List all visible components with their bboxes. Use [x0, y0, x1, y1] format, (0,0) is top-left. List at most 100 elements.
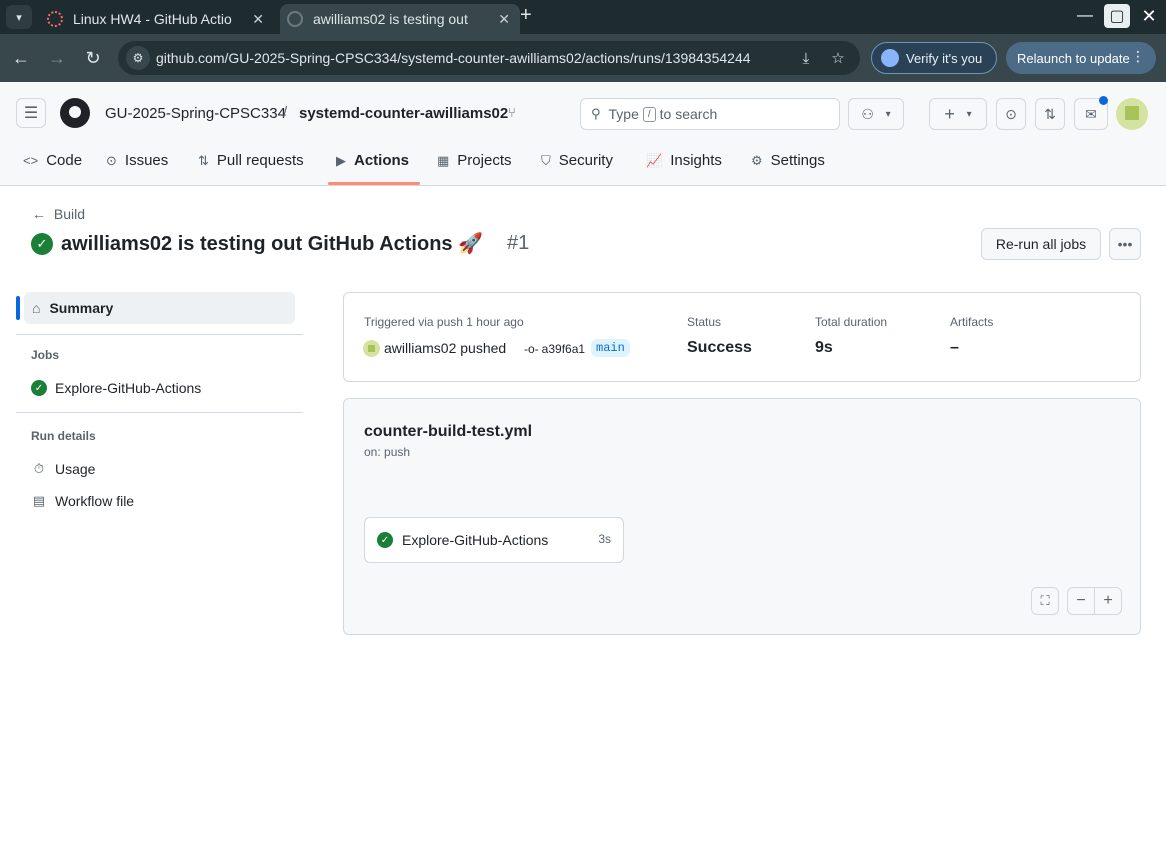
- commit-link[interactable]: -o-a39f6a1: [524, 342, 585, 356]
- sidebar-heading-jobs: Jobs: [31, 348, 60, 362]
- fullscreen-button[interactable]: ⛶: [1031, 587, 1059, 615]
- github-favicon-icon: [287, 11, 303, 27]
- tab-pull-requests[interactable]: ⇅ Pull requests: [198, 152, 304, 186]
- sidebar-divider: [16, 334, 303, 335]
- tab-code[interactable]: <> Code: [23, 152, 82, 186]
- commit-icon: -o-: [524, 342, 539, 356]
- url-text[interactable]: github.com/GU-2025-Spring-CPSC334/system…: [156, 50, 751, 66]
- sidebar-item-usage[interactable]: ⏱ Usage: [31, 457, 96, 481]
- browser-tab-linux-hw4[interactable]: Linux HW4 - GitHub Actio ✕: [38, 4, 274, 34]
- code-icon: <>: [23, 153, 39, 168]
- forward-button[interactable]: →: [45, 46, 69, 70]
- site-info-icon[interactable]: ⚙: [126, 46, 150, 70]
- maximize-window-button[interactable]: ▢: [1104, 4, 1130, 28]
- notification-indicator: [1099, 96, 1108, 105]
- home-icon: ⌂: [32, 300, 41, 316]
- tab-settings[interactable]: ⚙ Settings: [751, 152, 825, 186]
- copilot-button[interactable]: ⚇ ▾: [848, 98, 904, 130]
- reload-button[interactable]: ↻: [81, 46, 105, 70]
- create-new-button[interactable]: + ▾: [929, 98, 987, 130]
- stopwatch-icon: ⏱: [33, 461, 45, 476]
- workflow-trigger: on: push: [364, 445, 411, 459]
- browser-toolbar: ← → ↻ ⚙ github.com/GU-2025-Spring-CPSC33…: [0, 34, 1166, 82]
- tab-actions[interactable]: ▶ Actions: [336, 152, 409, 186]
- minus-icon: −: [1076, 592, 1086, 609]
- rerun-all-jobs-button[interactable]: Re-run all jobs: [981, 228, 1101, 260]
- chevron-down-icon[interactable]: ▾: [886, 109, 891, 120]
- your-pull-requests-button[interactable]: ⇅: [1035, 98, 1065, 130]
- relaunch-button[interactable]: Relaunch to update ⋮: [1006, 42, 1156, 74]
- inbox-icon: ✉: [1085, 105, 1097, 122]
- sidebar-item-label: Summary: [49, 300, 114, 316]
- tab-search-button[interactable]: ▾: [6, 5, 32, 29]
- back-button[interactable]: ←: [9, 46, 33, 70]
- breadcrumb-owner[interactable]: GU-2025-Spring-CPSC334: [105, 105, 286, 122]
- search-prefix: Type: [608, 106, 639, 122]
- chevron-down-icon: ▾: [966, 108, 972, 120]
- install-app-icon[interactable]: ⤓: [796, 48, 816, 68]
- tab-label: Insights: [670, 152, 722, 169]
- branch-label[interactable]: main: [591, 339, 630, 357]
- close-tab-icon[interactable]: ✕: [498, 11, 510, 28]
- issue-icon: ⊙: [1005, 105, 1017, 122]
- new-tab-button[interactable]: +: [520, 4, 532, 27]
- github-logo-icon[interactable]: [60, 98, 90, 128]
- tab-security[interactable]: ⛉ Security: [541, 152, 613, 186]
- fullscreen-icon: ⛶: [1040, 593, 1050, 608]
- kebab-horizontal-icon: •••: [1117, 236, 1133, 252]
- search-input[interactable]: ⚲ Type / to search: [580, 98, 840, 130]
- back-to-workflow-link[interactable]: ← Build: [32, 206, 85, 222]
- repo-fork-icon: ⑂: [508, 105, 516, 120]
- arrow-left-icon: ←: [32, 206, 46, 222]
- breadcrumb-repo[interactable]: systemd-counter-awilliams02: [299, 105, 508, 122]
- minimize-window-button[interactable]: —: [1072, 4, 1098, 28]
- browser-tab-active-run[interactable]: awilliams02 is testing out ✕: [280, 4, 520, 34]
- tab-label: Settings: [770, 152, 825, 169]
- sidebar-heading-run-details: Run details: [31, 429, 96, 443]
- tab-label: Pull requests: [216, 152, 304, 169]
- repo-nav: <> Code ⊙ Issues ⇅ Pull requests ▶ Actions ▦…: [0, 146, 1166, 186]
- hamburger-menu-icon[interactable]: ☰: [16, 98, 46, 128]
- tab-label: Issues: [124, 152, 169, 169]
- tab-title: Linux HW4 - GitHub Actio: [73, 11, 232, 27]
- graph-icon: 📈: [646, 153, 663, 168]
- tab-issues[interactable]: ⊙ Issues: [106, 152, 168, 186]
- job-duration: 3s: [598, 532, 611, 546]
- close-window-button[interactable]: ✕: [1136, 4, 1162, 28]
- back-link-label: Build: [53, 206, 86, 222]
- tab-label: Actions: [354, 152, 410, 169]
- sidebar-item-job[interactable]: ✓ Explore-GitHub-Actions: [31, 376, 201, 400]
- job-node[interactable]: ✓ Explore-GitHub-Actions 3s: [364, 517, 624, 563]
- address-bar[interactable]: ⚙ github.com/GU-2025-Spring-CPSC334/syst…: [118, 41, 860, 75]
- sidebar-item-summary[interactable]: ⌂ Summary: [16, 292, 295, 324]
- zoom-in-button[interactable]: +: [1094, 587, 1122, 615]
- more-options-button[interactable]: •••: [1109, 228, 1141, 260]
- sidebar-item-workflow-file[interactable]: ▤ Workflow file: [31, 489, 134, 513]
- tab-label: Security: [558, 152, 613, 169]
- run-summary-card: Triggered via push 1 hour ago awilliams0…: [343, 292, 1141, 382]
- commit-sha: a39f6a1: [541, 342, 586, 356]
- trigger-label: Triggered via push 1 hour ago: [364, 315, 524, 329]
- artifacts-value: –: [950, 339, 959, 356]
- bookmark-star-icon[interactable]: ☆: [828, 48, 848, 68]
- copilot-icon: ⚇: [861, 105, 874, 122]
- github-header: ☰ GU-2025-Spring-CPSC334 / systemd-count…: [0, 82, 1166, 186]
- your-issues-button[interactable]: ⊙: [996, 98, 1026, 130]
- search-icon: ⚲: [591, 106, 601, 121]
- tab-projects[interactable]: ▦ Projects: [437, 152, 511, 186]
- avatar[interactable]: [363, 340, 380, 357]
- tab-label: Projects: [457, 152, 512, 169]
- duration-value: 9s: [815, 339, 833, 356]
- browser-menu-icon[interactable]: ⋮: [1131, 48, 1145, 65]
- google-account-icon: [881, 49, 899, 67]
- actor-text[interactable]: awilliams02 pushed: [384, 340, 506, 356]
- verify-identity-button[interactable]: Verify it's you: [871, 42, 997, 74]
- avatar[interactable]: [1116, 98, 1148, 130]
- tab-insights[interactable]: 📈 Insights: [646, 152, 722, 186]
- close-tab-icon[interactable]: ✕: [252, 11, 264, 28]
- plus-icon: +: [1103, 592, 1113, 609]
- zoom-out-button[interactable]: −: [1067, 587, 1095, 615]
- workflow-file-name: counter-build-test.yml: [364, 423, 533, 440]
- status-label: Status: [687, 315, 722, 329]
- success-check-icon: ✓: [31, 233, 53, 255]
